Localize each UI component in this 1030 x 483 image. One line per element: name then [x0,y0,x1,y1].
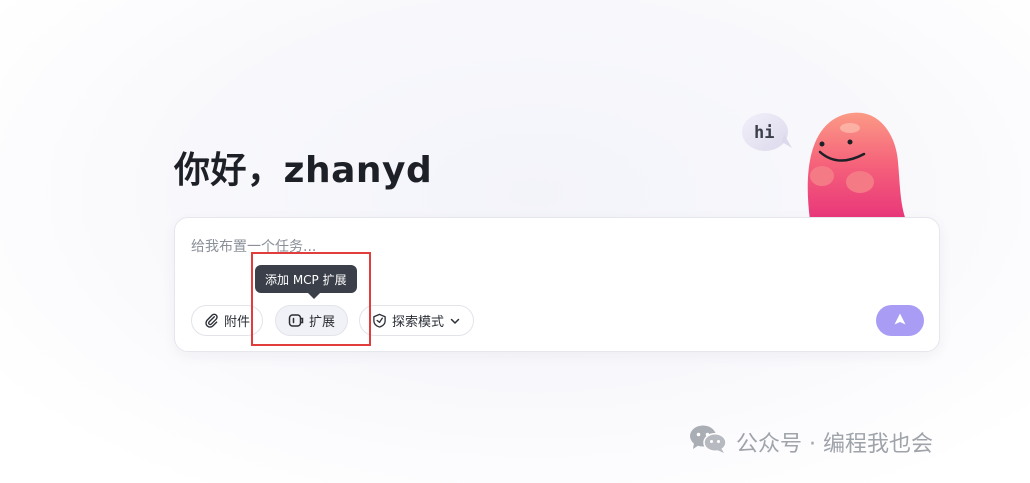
watermark-text: 公众号 · 编程我也会 [736,432,933,457]
tooltip-arrow [308,293,320,299]
watermark: 公众号 · 编程我也会 [688,424,933,460]
greeting-title: 你好，zhanyd [174,150,433,191]
extensions-tooltip: 添加 MCP 扩展 [255,265,357,293]
attach-label: 附件 [224,315,251,330]
chevron-down-icon [449,315,461,327]
attach-button[interactable]: 附件 [191,305,264,336]
paperclip-icon [204,313,219,328]
explore-icon [372,313,387,328]
extension-icon [288,313,304,328]
mode-dropdown[interactable]: 探索模式 [359,305,475,336]
extensions-label: 扩展 [309,315,336,330]
speech-bubble-text: hi [754,123,774,143]
wechat-icon [688,424,728,460]
task-input[interactable] [191,236,891,258]
extensions-button[interactable]: 扩展 [275,305,349,336]
send-arrow-icon [893,311,907,330]
mascot-body [807,112,906,220]
mascot-illustration: hi [738,104,918,220]
send-button[interactable] [876,305,924,336]
mode-label: 探索模式 [392,315,445,330]
speech-bubble: hi [742,113,792,151]
